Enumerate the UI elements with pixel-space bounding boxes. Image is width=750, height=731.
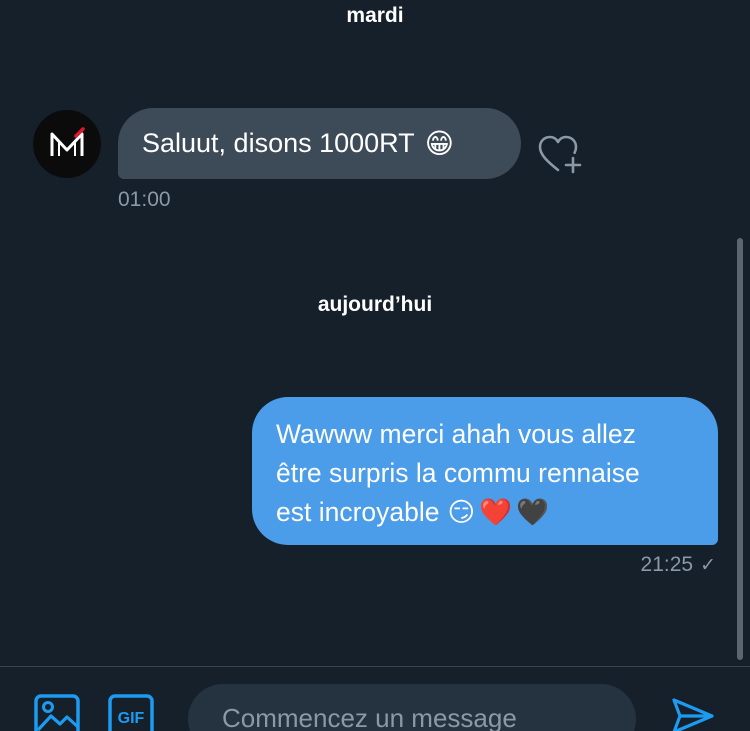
received-message-bubble[interactable]: Saluut, disons 1000RT 😁 [118, 108, 521, 179]
sent-message-line-3: est incroyable [276, 497, 440, 527]
send-icon[interactable] [670, 696, 716, 731]
gif-icon[interactable]: GIF [108, 694, 154, 731]
sent-message-emojis: 😏❤️🖤 [447, 497, 554, 527]
grin-emoji: 😁 [424, 128, 454, 159]
sent-check-icon: ✓ [700, 554, 716, 576]
composer-divider [0, 666, 750, 667]
sent-message-bubble[interactable]: Wawww merci ahah vous allez être surpris… [252, 397, 718, 545]
avatar-logo-icon [50, 127, 85, 156]
sent-message-meta: 21:25 ✓ [641, 553, 716, 577]
sent-message-line-3-container: est incroyable 😏❤️🖤 [276, 493, 694, 532]
gif-label: GIF [118, 710, 145, 727]
day-separator-mardi: mardi [346, 4, 404, 27]
received-message-time: 01:00 [118, 188, 171, 211]
avatar[interactable] [33, 110, 101, 178]
day-separator-today: aujourd’hui [317, 293, 433, 316]
sent-message-line-1: Wawww merci ahah vous allez [276, 419, 636, 449]
message-input[interactable] [188, 684, 636, 731]
image-icon[interactable] [34, 694, 80, 731]
sent-message-line-2: être surpris la commu rennaise [276, 458, 640, 488]
heart-add-icon[interactable] [536, 132, 584, 176]
sent-message-time: 21:25 [640, 553, 694, 576]
received-message-text: Saluut, disons 1000RT [142, 128, 415, 158]
scrollbar[interactable] [737, 238, 743, 660]
